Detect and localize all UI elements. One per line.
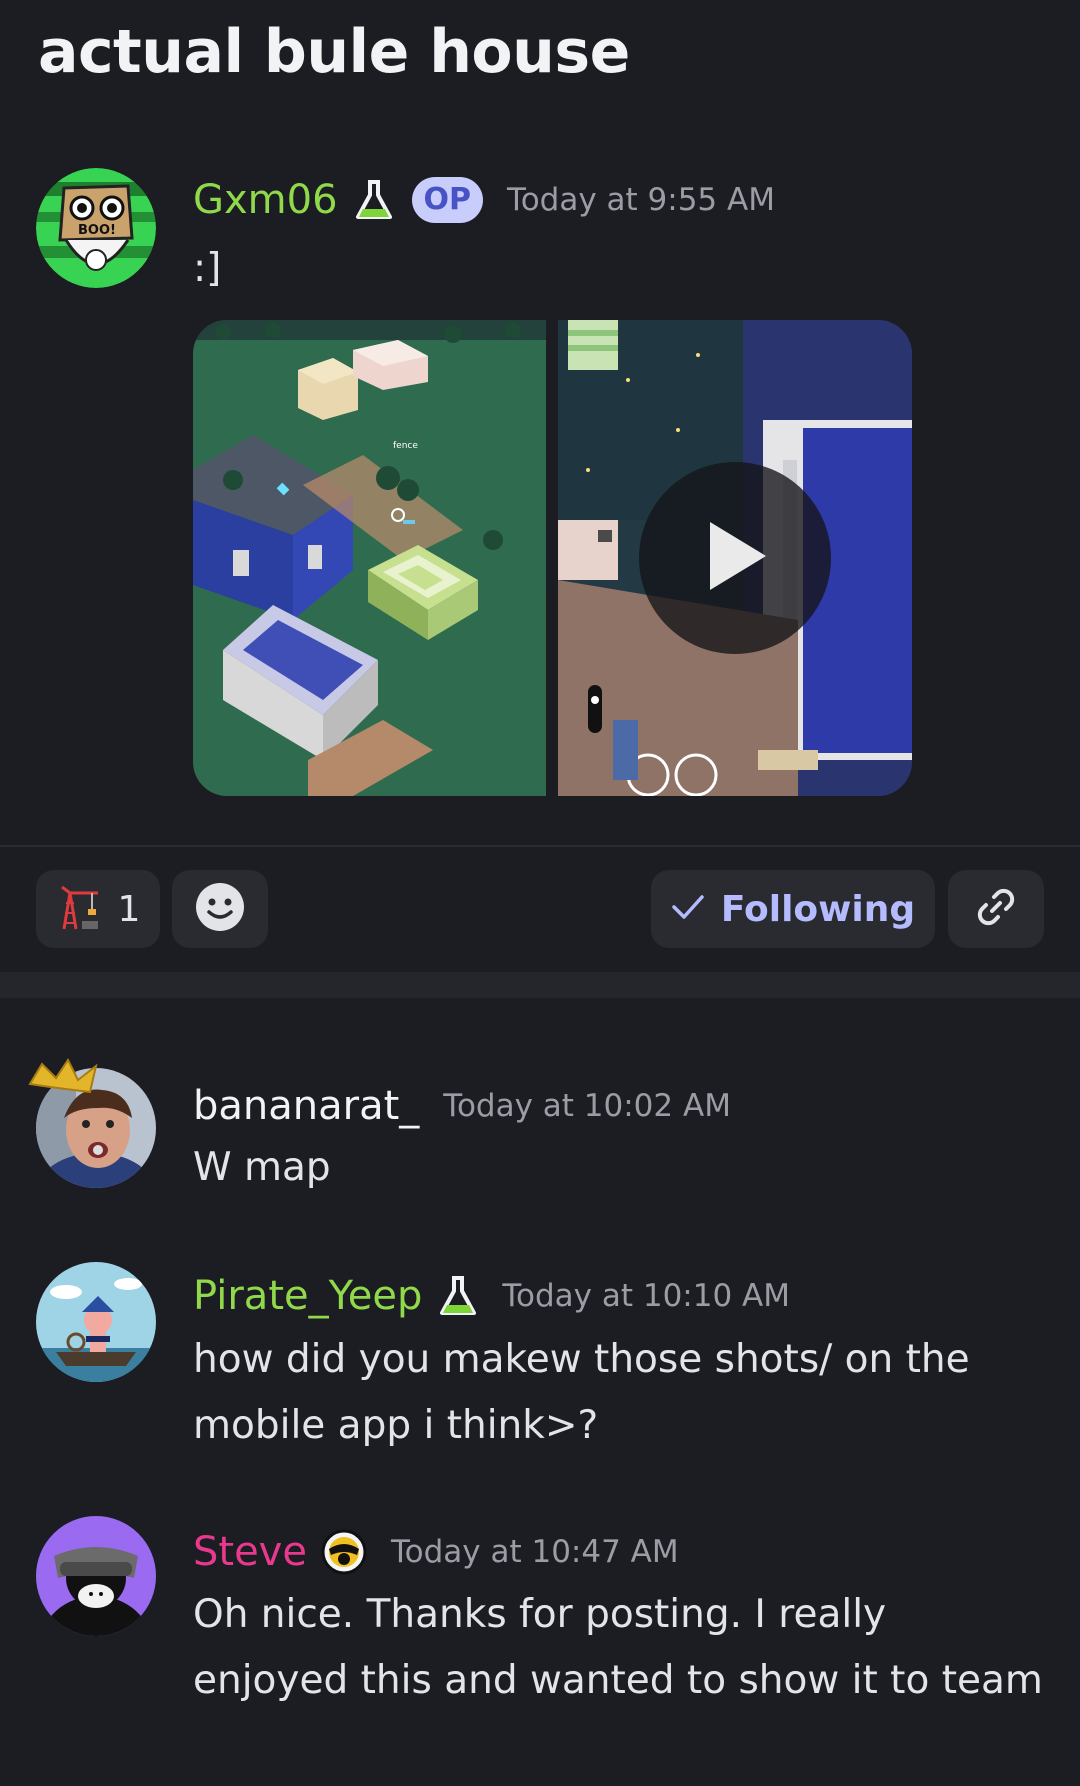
flask-icon [438,1275,478,1317]
thread-title: actual bule house [38,17,630,87]
reaction-crane[interactable]: 1 [36,870,160,948]
smiley-icon [195,882,245,936]
section-separator [0,972,1080,998]
reaction-count: 1 [117,888,141,930]
following-label: Following [720,888,916,930]
timestamp: Today at 10:10 AM [502,1278,791,1314]
message-text: Oh nice. Thanks for posting. I really en… [193,1592,1043,1703]
timestamp: Today at 10:47 AM [390,1534,679,1570]
avatar[interactable] [36,1516,156,1636]
message-text: how did you makew those shots/ on the mo… [193,1337,970,1448]
play-button[interactable] [639,462,831,654]
following-button[interactable]: Following [651,870,935,948]
link-icon [974,885,1018,933]
avatar[interactable] [36,1262,156,1382]
username[interactable]: Gxm06 [193,176,338,224]
message-text: :] [193,246,222,291]
username[interactable]: Pirate_Yeep [193,1272,422,1320]
username[interactable]: Steve [193,1528,307,1576]
timestamp: Today at 9:55 AM [507,182,775,218]
flask-icon [354,179,394,221]
username[interactable]: bananarat_ [193,1082,419,1130]
thread-actions: 1 Following [0,870,1080,950]
copy-link-button[interactable] [948,870,1044,948]
timestamp: Today at 10:02 AM [443,1088,731,1124]
op-badge: OP [411,177,484,223]
message-text: W map [193,1145,331,1190]
avatar[interactable]: BOO! [36,168,156,288]
add-reaction-button[interactable] [172,870,268,948]
steve-badge-icon [321,1529,367,1575]
avatar[interactable] [28,1058,156,1188]
image-attachment[interactable]: fence [193,320,546,796]
divider [0,845,1080,847]
svg-text:BOO!: BOO! [78,223,116,238]
check-icon [671,893,705,925]
crane-emoji-icon [56,883,100,935]
play-icon [700,518,770,598]
svg-text:fence: fence [393,441,418,451]
